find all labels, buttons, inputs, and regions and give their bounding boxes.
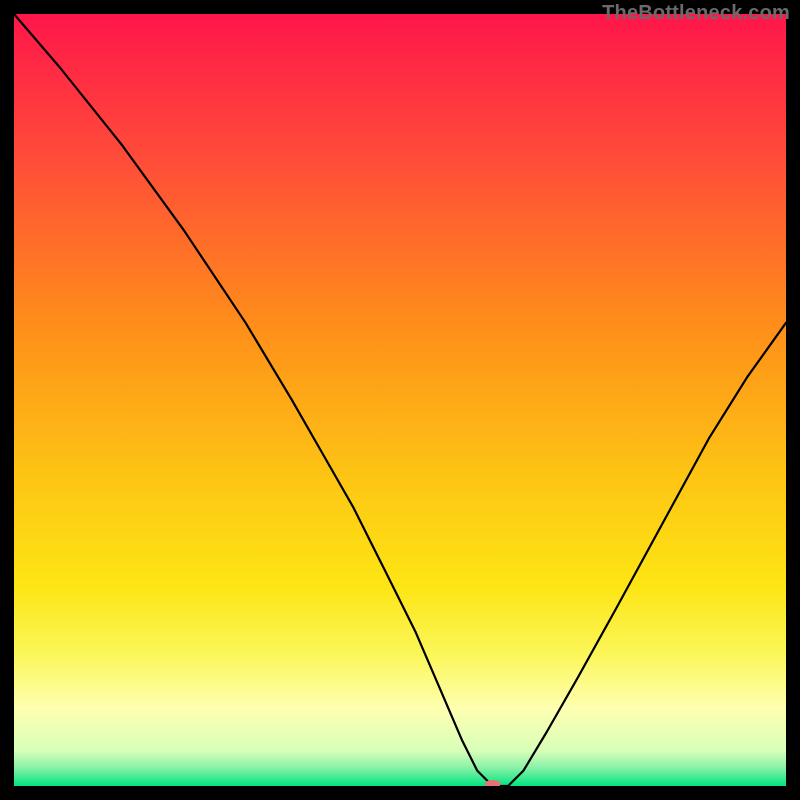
chart-plot bbox=[14, 14, 786, 786]
watermark-label: TheBottleneck.com bbox=[602, 2, 790, 25]
gradient-background bbox=[14, 14, 786, 786]
chart-container: TheBottleneck.com bbox=[0, 0, 800, 800]
